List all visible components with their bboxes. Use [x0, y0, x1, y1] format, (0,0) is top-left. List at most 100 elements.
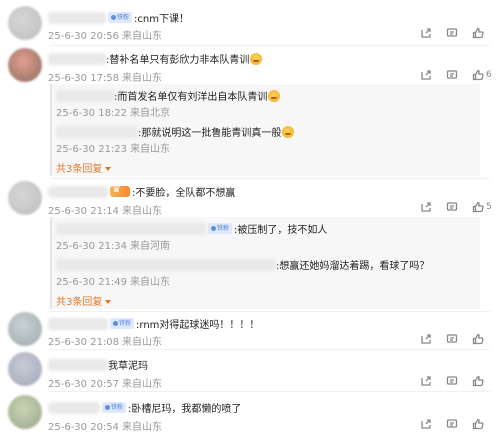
avatar[interactable]	[8, 395, 42, 429]
comment-text: :替补名单只有彭欣力非本队青训	[106, 55, 250, 66]
reply-box: 铁粉 :被压制了，技不如人 25-6-30 21:34 来自河南 :想赢还她妈溜达…	[50, 217, 480, 309]
avatar[interactable]	[8, 352, 42, 386]
divider	[50, 349, 490, 350]
comment-text: 我草泥玛	[108, 361, 148, 372]
username[interactable]	[48, 401, 100, 414]
timestamp: 25-6-30 21:08	[48, 337, 120, 348]
comment-text: :不要脸，全队都不想赢	[132, 188, 236, 199]
like-icon[interactable]	[472, 26, 484, 40]
like-count: 6	[486, 70, 492, 80]
action-bar	[420, 26, 500, 40]
divider	[50, 45, 490, 46]
timestamp: 25-6-30 20:56	[48, 31, 120, 42]
timestamp: 25-6-30 20:54	[48, 422, 120, 433]
smile-emoji-icon	[268, 89, 281, 102]
comment-icon[interactable]	[446, 68, 458, 82]
timestamp: 25-6-30 18:22	[56, 108, 128, 119]
like-count: 5	[486, 202, 492, 212]
action-bar: 5	[420, 200, 500, 214]
action-bar	[420, 332, 500, 346]
location: 来自山东	[122, 73, 163, 84]
fan-badge: 铁粉	[102, 402, 127, 413]
share-icon[interactable]	[420, 332, 432, 346]
username[interactable]	[48, 11, 106, 24]
share-icon[interactable]	[420, 417, 432, 431]
fan-badge: 铁粉	[108, 12, 133, 23]
vip-crown-icon	[110, 184, 130, 197]
avatar[interactable]	[8, 312, 42, 346]
share-icon[interactable]	[420, 374, 432, 388]
location: 来自山东	[122, 31, 163, 42]
like-button[interactable]: 5	[472, 200, 492, 214]
badge-icon	[111, 15, 116, 20]
avatar[interactable]	[8, 48, 42, 82]
timestamp: 25-6-30 21:14	[48, 206, 120, 217]
username[interactable]	[56, 89, 114, 102]
username[interactable]	[56, 258, 276, 271]
fan-badge: 铁粉	[110, 318, 135, 329]
comment-meta: 25-6-30 21:14 来自山东	[48, 202, 162, 217]
caret-down-icon	[105, 300, 112, 304]
divider	[50, 311, 490, 312]
like-button[interactable]: 6	[472, 68, 492, 82]
like-icon[interactable]	[472, 374, 484, 388]
timestamp: 25-6-30 21:34	[56, 241, 128, 252]
comment-meta: 25-6-30 20:56 来自山东	[48, 27, 162, 42]
caret-down-icon	[105, 167, 112, 171]
divider	[50, 178, 490, 179]
comment-icon[interactable]	[446, 200, 458, 214]
more-replies-link[interactable]: 共3条回复	[56, 293, 112, 308]
comment-icon[interactable]	[446, 374, 458, 388]
share-icon[interactable]	[420, 68, 432, 82]
badge-icon	[105, 405, 110, 410]
reply-text: :想赢还她妈溜达着踢，看球了吗？	[276, 261, 430, 272]
comment-text: :cnm下课！	[134, 14, 189, 25]
divider	[50, 391, 490, 392]
reply-text: :被压制了，技不如人	[234, 225, 328, 236]
comment-meta: 25-6-30 17:58 来自山东	[48, 69, 162, 84]
timestamp: 25-6-30 21:23	[56, 144, 128, 155]
avatar[interactable]	[8, 6, 42, 40]
location: 来自河南	[130, 241, 171, 252]
reply-text: :而首发名单仅有刘洋出自本队青训	[114, 92, 268, 103]
comment-text: :卧槽尼玛，我都懒的喷了	[128, 404, 242, 415]
share-icon[interactable]	[420, 200, 432, 214]
username[interactable]	[48, 317, 108, 330]
comment-icon[interactable]	[446, 26, 458, 40]
like-icon[interactable]	[472, 417, 484, 431]
timestamp: 25-6-30 17:58	[48, 73, 120, 84]
comment-meta: 25-6-30 21:08 来自山东	[48, 333, 162, 348]
badge-icon	[113, 321, 118, 326]
username[interactable]	[56, 222, 206, 235]
timestamp: 25-6-30 20:57	[48, 379, 120, 390]
like-icon[interactable]	[472, 332, 484, 346]
reply-meta: 25-6-30 21:49 来自山东	[56, 273, 170, 288]
action-bar	[420, 417, 500, 431]
fan-badge: 铁粉	[208, 223, 233, 234]
comment-icon[interactable]	[446, 417, 458, 431]
action-bar	[420, 374, 500, 388]
location: 来自山东	[122, 206, 163, 217]
reply-box: :而首发名单仅有刘洋出自本队青训 25-6-30 18:22 来自北京 :那就说明…	[50, 84, 480, 176]
badge-icon	[211, 226, 216, 231]
reply-meta: 25-6-30 21:23 来自山东	[56, 140, 170, 155]
comment-icon[interactable]	[446, 332, 458, 346]
like-icon	[472, 69, 484, 81]
location: 来自山东	[122, 379, 163, 390]
reply-text: :那就说明这一批鲁能青训真一般	[138, 128, 282, 139]
smile-emoji-icon	[282, 125, 295, 138]
comment-meta: 25-6-30 20:57 来自山东	[48, 375, 162, 390]
avatar[interactable]	[8, 181, 42, 215]
username[interactable]	[48, 52, 106, 65]
timestamp: 25-6-30 21:49	[56, 277, 128, 288]
share-icon[interactable]	[420, 26, 432, 40]
username[interactable]	[56, 125, 138, 138]
location: 来自山东	[130, 144, 171, 155]
reply-meta: 25-6-30 21:34 来自河南	[56, 237, 170, 252]
username[interactable]	[48, 185, 108, 198]
like-icon	[472, 201, 484, 213]
comment-meta: 25-6-30 20:54 来自山东	[48, 418, 162, 433]
username[interactable]	[48, 358, 108, 371]
more-replies-link[interactable]: 共3条回复	[56, 160, 112, 175]
comment-text: :rnm对得起球迷吗！！！！	[136, 320, 260, 331]
